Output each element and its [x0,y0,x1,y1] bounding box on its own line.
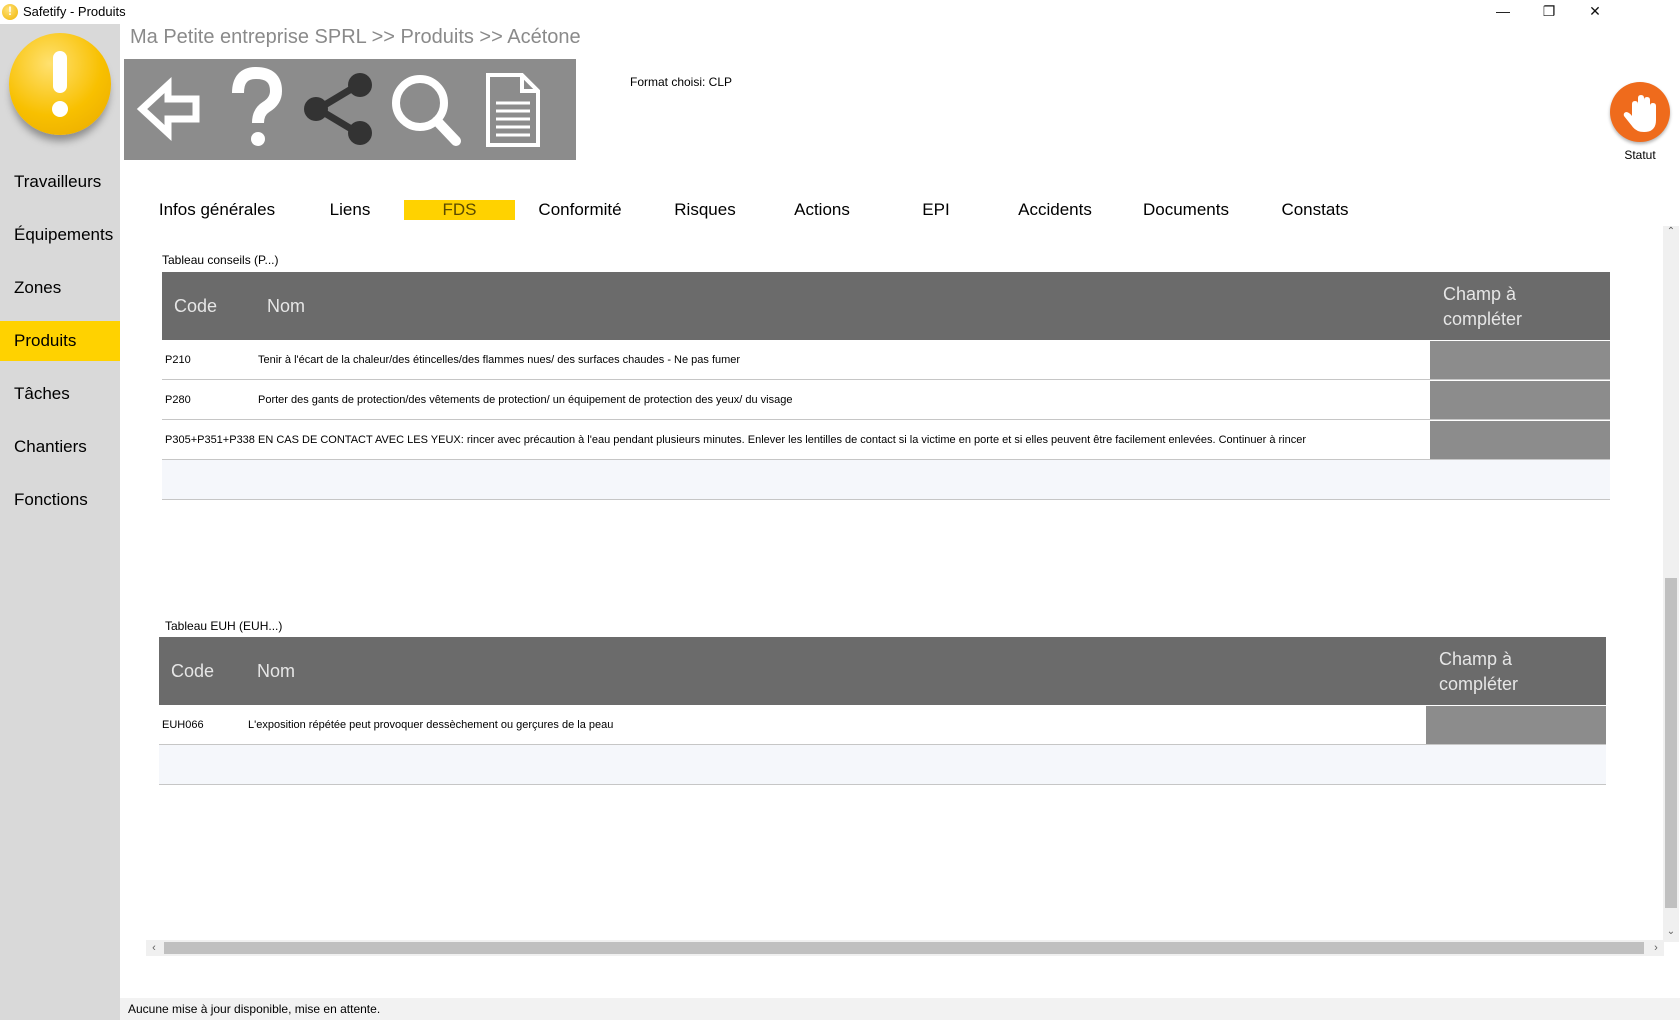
close-button[interactable]: ✕ [1572,0,1618,24]
statut-button[interactable] [1610,82,1670,142]
window-title: Safetify - Produits [23,4,126,19]
sidebar-item-produits[interactable]: Produits [0,321,120,361]
breadcrumb: Ma Petite entreprise SPRL >> Produits >>… [130,26,581,48]
table-row-empty[interactable] [159,745,1606,785]
tab-infos-generales[interactable]: Infos générales [152,200,282,220]
champ-cell[interactable] [1430,381,1610,419]
statut-label: Statut [1624,148,1656,162]
sidebar-item-fonctions[interactable]: Fonctions [0,480,120,520]
table-row[interactable]: P305+P351+P338 EN CAS DE CONTACT AVEC LE… [162,420,1610,460]
sidebar: Travailleurs Équipements Zones Produits … [0,24,120,1020]
table-euh: Code Nom Champ à compléter EUH066 L'expo… [159,637,1606,787]
scroll-right-icon[interactable]: › [1648,940,1664,956]
share-icon[interactable] [302,67,382,151]
title-bar: Safetify - Produits — ❐ ✕ [0,0,1680,24]
row-code: P280 [165,394,191,406]
safetify-logo-icon [9,33,111,135]
tab-actions[interactable]: Actions [778,200,866,220]
sidebar-item-travailleurs[interactable]: Travailleurs [0,162,120,202]
tab-fds[interactable]: FDS [404,200,515,220]
sidebar-item-equipements[interactable]: Équipements [0,215,120,255]
row-code: P305+P351+P338 [165,434,255,446]
column-code[interactable]: Code [171,661,214,682]
champ-cell[interactable] [1430,341,1610,379]
back-arrow-icon[interactable] [130,67,210,151]
sidebar-item-chantiers[interactable]: Chantiers [0,427,120,467]
column-champ-line2[interactable]: compléter [1443,309,1522,330]
status-bar: Aucune mise à jour disponible, mise en a… [120,998,1680,1020]
column-champ-line1[interactable]: Champ à [1443,284,1516,305]
row-nom: Porter des gants de protection/des vêtem… [258,394,793,406]
tab-risques[interactable]: Risques [660,200,750,220]
table-row[interactable]: EUH066 L'exposition répétée peut provoqu… [159,705,1606,745]
row-nom: L'exposition répétée peut provoquer dess… [248,719,614,731]
app-logo-icon [2,4,18,20]
scroll-up-icon[interactable]: ⌃ [1663,226,1679,240]
tab-constats[interactable]: Constats [1272,200,1358,220]
column-nom[interactable]: Nom [267,296,305,317]
column-champ-line2[interactable]: compléter [1439,674,1518,695]
search-icon[interactable] [386,67,466,151]
sidebar-item-taches[interactable]: Tâches [0,374,120,414]
scroll-down-icon[interactable]: ⌄ [1663,926,1679,940]
tab-documents[interactable]: Documents [1134,200,1238,220]
hand-stop-icon [1623,95,1656,132]
restore-button[interactable]: ❐ [1526,0,1572,24]
help-icon[interactable] [216,66,296,151]
scroll-left-icon[interactable]: ‹ [146,940,162,956]
minimize-button[interactable]: — [1480,0,1526,24]
row-nom: EN CAS DE CONTACT AVEC LES YEUX: rincer … [258,434,1307,446]
table-row-empty[interactable] [162,460,1610,500]
table-row[interactable]: P280 Porter des gants de protection/des … [162,380,1610,420]
champ-cell[interactable] [1426,706,1606,744]
document-icon[interactable] [472,67,552,151]
table-header: Code Nom Champ à compléter [162,272,1610,340]
vertical-scrollbar[interactable]: ⌃ ⌄ [1663,226,1679,942]
vertical-scroll-thumb[interactable] [1665,578,1677,908]
toolbar [124,59,576,160]
champ-cell[interactable] [1430,421,1610,459]
row-nom: Tenir à l'écart de la chaleur/des étince… [258,354,741,366]
tab-liens[interactable]: Liens [310,200,390,220]
table-euh-title: Tableau EUH (EUH...) [165,619,283,633]
table-header: Code Nom Champ à compléter [159,637,1606,705]
row-code: P210 [165,354,191,366]
row-code: EUH066 [162,719,204,731]
table-conseils-title: Tableau conseils (P...) [162,253,279,267]
column-code[interactable]: Code [174,296,217,317]
tab-conformite[interactable]: Conformité [530,200,630,220]
horizontal-scrollbar[interactable]: ‹ › [146,940,1664,956]
tab-accidents[interactable]: Accidents [1006,200,1104,220]
format-label: Format choisi: CLP [630,75,733,89]
column-nom[interactable]: Nom [257,661,295,682]
table-conseils: Code Nom Champ à compléter P210 Tenir à … [162,272,1610,502]
horizontal-scroll-thumb[interactable] [164,942,1644,954]
table-row[interactable]: P210 Tenir à l'écart de la chaleur/des é… [162,340,1610,380]
sidebar-item-zones[interactable]: Zones [0,268,120,308]
column-champ-line1[interactable]: Champ à [1439,649,1512,670]
tab-epi[interactable]: EPI [906,200,966,220]
